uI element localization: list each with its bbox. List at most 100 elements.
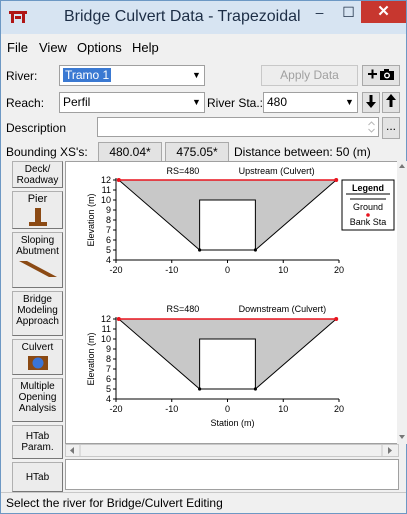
y-tick-label: 7 [106,364,111,374]
menu-file[interactable]: File [7,40,28,55]
next-station-down-button[interactable] [362,92,380,113]
menu-bar: File View Options Help [1,34,406,60]
reach-select[interactable]: Perfil ▼ [59,92,205,113]
x-tick-label: -10 [165,404,178,414]
x-tick-label: -20 [109,404,122,414]
htab-button[interactable]: HTab [12,462,63,492]
culvert-box [199,338,256,390]
y-axis-label: Elevation (m) [86,332,96,385]
window-title: Bridge Culvert Data - Trapezoidal [64,8,301,25]
y-tick-label: 4 [106,394,111,404]
y-tick-label: 6 [106,235,111,245]
culvert-invert-point [253,387,257,391]
chart-title-location: Downstream (Culvert) [239,304,327,314]
reach-select-value: Perfil [63,95,91,109]
pier-label: Pier [27,193,48,205]
sloping-abutment-icon [18,261,57,277]
river-sta-label: River Sta.: [207,96,264,110]
y-tick-label: 12 [101,175,111,185]
sloping-abutment-button[interactable]: Sloping Abutment [12,232,63,288]
y-tick-label: 11 [102,324,111,334]
description-field[interactable] [97,117,379,137]
deck-roadway-button[interactable]: Deck/ Roadway [12,161,63,188]
vertical-scrollbar[interactable] [397,161,407,444]
description-ellipsis-button[interactable]: ... [382,117,400,139]
downstream-xs-button[interactable]: 475.05* [165,142,229,163]
culvert-invert-point [198,248,202,252]
river-sta-select[interactable]: 480 ▼ [263,92,358,113]
maximize-button[interactable]: ☐ [334,1,363,23]
lower-info-panel [65,459,399,490]
chevron-down-icon: ▼ [189,93,204,112]
legend-title: Legend [352,183,384,193]
bridge-culvert-window: Bridge Culvert Data - Trapezoidal – ☐ ✕ … [0,0,407,514]
menu-options[interactable]: Options [77,40,122,55]
multiple-opening-analysis-button[interactable]: Multiple Opening Analysis [12,378,63,422]
legend-entry-ground: Ground [353,202,383,212]
htab-param-label: HTab Param. [21,431,54,453]
y-tick-label: 9 [106,344,111,354]
x-tick-label: 10 [278,265,288,275]
bank-sta-point [334,178,339,182]
y-tick-label: 4 [106,255,111,265]
x-tick-label: 0 [225,265,230,275]
x-tick-label: 20 [334,404,344,414]
river-label: River: [6,69,38,83]
y-tick-label: 5 [106,384,111,394]
status-bar: Select the river for Bridge/Culvert Edit… [1,492,406,513]
apply-data-button[interactable]: Apply Data [261,65,358,86]
x-tick-label: 10 [278,404,288,414]
culvert-label: Culvert [21,342,54,353]
bank-sta-point [334,317,339,321]
river-sta-select-value: 480 [267,95,288,109]
title-bar[interactable]: Bridge Culvert Data - Trapezoidal – ☐ ✕ [1,1,406,34]
arrow-down-icon [366,95,376,108]
horizontal-scroll-arrows-icon [70,445,392,456]
chart-title-rs: RS=480 [167,166,200,176]
y-tick-label: 8 [106,354,111,364]
culvert-box [199,199,256,251]
bounding-xs-label: Bounding XS's: [6,145,88,159]
legend-entry-bank-sta: Bank Sta [350,217,387,227]
cross-section-plots: RS=480 Upstream (Culvert)456789101112-20-… [86,166,395,428]
bank-sta-point [116,317,121,321]
close-button[interactable]: ✕ [361,1,406,23]
chart-title-rs: RS=480 [167,304,200,314]
menu-view[interactable]: View [39,40,67,55]
y-tick-label: 10 [101,195,111,205]
culvert-invert-point [253,248,257,252]
y-axis-label: Elevation (m) [86,193,96,246]
y-tick-label: 6 [106,374,111,384]
chart-title-location: Upstream (Culvert) [239,166,315,176]
minimize-button[interactable]: – [305,1,334,23]
distance-between-text: Distance between: 50 (m) [234,145,371,159]
app-icon [9,11,27,23]
chevron-down-icon: ▼ [189,66,204,85]
htab-param-button[interactable]: HTab Param. [12,425,63,459]
y-tick-label: 7 [106,225,111,235]
y-tick-label: 9 [106,205,111,215]
y-tick-label: 12 [101,314,111,324]
next-station-up-button[interactable] [382,92,400,113]
menu-help[interactable]: Help [132,40,159,55]
y-tick-label: 5 [106,245,111,255]
culvert-button[interactable]: Culvert [12,339,63,375]
vertical-scroll-arrows-icon [399,164,405,439]
x-tick-label: -20 [109,265,122,275]
add-camera-button[interactable] [362,65,400,86]
sloping-abutment-label: Sloping Abutment [16,235,59,257]
pier-button[interactable]: Pier [12,191,63,229]
multiple-opening-analysis-label: Multiple Opening Analysis [18,381,57,414]
river-select[interactable]: Tramo 1 ▼ [59,65,205,86]
horizontal-scrollbar[interactable] [65,444,399,457]
y-tick-label: 10 [101,334,111,344]
pier-icon [28,208,47,226]
bridge-modeling-approach-button[interactable]: Bridge Modeling Approach [12,291,63,336]
arrow-up-icon [386,94,396,107]
htab-label: HTab [25,472,50,483]
river-select-value: Tramo 1 [63,68,112,82]
description-label: Description [6,121,67,135]
x-tick-label: 20 [334,265,344,275]
upstream-xs-button[interactable]: 480.04* [98,142,162,163]
x-tick-label: -10 [165,265,178,275]
